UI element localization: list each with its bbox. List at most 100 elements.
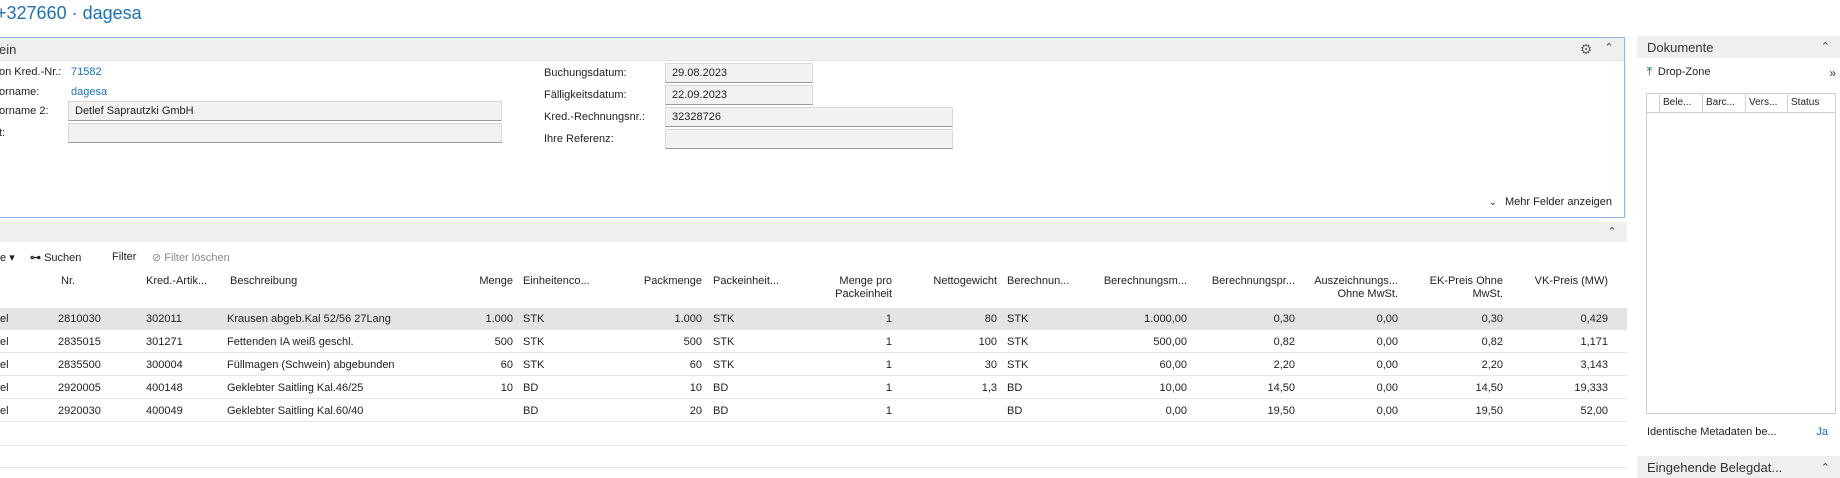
cell-calc-unit[interactable]: BD — [1007, 405, 1057, 417]
cell-type[interactable]: el — [0, 359, 20, 371]
general-fasttab-header[interactable]: ein ⚙ ⌃ — [0, 38, 1624, 61]
cell-calc-price[interactable]: 14,50 — [1192, 382, 1295, 394]
doc-col-3[interactable]: Vers... — [1749, 97, 1777, 108]
table-row[interactable]: el 2810030 302011 Krausen abgeb.Kal 52/56 2… — [0, 308, 1627, 330]
vendor-no-link[interactable]: 71582 — [71, 66, 102, 78]
col-calc-price[interactable]: Berechnungspr... — [1192, 275, 1295, 288]
cell-no[interactable]: 2810030 — [58, 313, 118, 325]
cell-calc-price[interactable]: 0,30 — [1192, 313, 1295, 325]
cell-quantity[interactable]: 60 — [440, 359, 513, 371]
identical-metadata-value[interactable]: Ja — [1816, 426, 1828, 438]
cell-vendor-item[interactable]: 400148 — [146, 382, 206, 394]
cell-vendor-item[interactable]: 300004 — [146, 359, 206, 371]
cell-pack-unit[interactable]: BD — [713, 405, 763, 417]
cell-net-weight[interactable]: 1,3 — [900, 382, 997, 394]
cell-description[interactable]: Füllmagen (Schwein) abgebunden — [227, 359, 437, 371]
cell-qty-per-pack[interactable]: 1 — [800, 359, 892, 371]
cell-purchase-price[interactable]: 19,50 — [1405, 405, 1503, 417]
cell-no[interactable]: 2920030 — [58, 405, 118, 417]
documents-factbox-header[interactable]: Dokumente ⌃ — [1637, 36, 1840, 58]
cell-qty-per-pack[interactable]: 1 — [800, 382, 892, 394]
cell-quantity[interactable]: 10 — [440, 382, 513, 394]
search-button[interactable]: ⊶ Suchen — [30, 251, 81, 264]
cell-calc-price[interactable]: 0,82 — [1192, 336, 1295, 348]
col-pack-unit[interactable]: Packeinheit... — [713, 275, 779, 288]
cell-description[interactable]: Geklebter Saitling Kal.46/25 — [227, 382, 437, 394]
cell-pack-unit[interactable]: STK — [713, 359, 763, 371]
cell-sales-price[interactable]: 0,429 — [1510, 313, 1608, 325]
cell-net-weight[interactable]: 80 — [900, 313, 997, 325]
cell-purchase-price[interactable]: 0,82 — [1405, 336, 1503, 348]
lines-menu-button[interactable]: e ▾ — [0, 251, 15, 264]
cell-description[interactable]: Fettenden IA weiß geschl. — [227, 336, 437, 348]
cell-qty-per-pack[interactable]: 1 — [800, 336, 892, 348]
cell-type[interactable]: el — [0, 313, 20, 325]
cell-calc-qty[interactable]: 1.000,00 — [1080, 313, 1187, 325]
cell-calc-price[interactable]: 2,20 — [1192, 359, 1295, 371]
col-net-weight[interactable]: Nettogewicht — [900, 275, 997, 288]
cell-pack-qty[interactable]: 20 — [620, 405, 702, 417]
cell-calc-unit[interactable]: STK — [1007, 313, 1057, 325]
chevron-up-icon[interactable]: ⌃ — [1602, 41, 1616, 55]
cell-sales-price[interactable]: 3,143 — [1510, 359, 1608, 371]
cell-purchase-price[interactable]: 2,20 — [1405, 359, 1503, 371]
table-row[interactable]: el 2835015 301271 Fettenden IA weiß geschl.… — [0, 331, 1627, 353]
table-row[interactable]: el 2920005 400148 Geklebter Saitling Kal.46… — [0, 377, 1627, 399]
cell-sales-price[interactable]: 1,171 — [1510, 336, 1608, 348]
chevron-up-icon[interactable]: ⌃ — [1821, 461, 1830, 474]
vendor-invoice-no-field[interactable]: 32328726 — [665, 107, 953, 127]
posting-date-field[interactable]: 29.08.2023 — [665, 63, 813, 83]
cell-description[interactable]: Geklebter Saitling Kal.60/40 — [227, 405, 437, 417]
table-row[interactable]: el 2835500 300004 Füllmagen (Schwein) abgeb… — [0, 354, 1627, 376]
empty-row[interactable] — [0, 424, 1627, 446]
filter-button[interactable]: Filter — [112, 251, 136, 263]
doc-col-4[interactable]: Status — [1791, 97, 1819, 108]
cell-calc-qty[interactable]: 0,00 — [1080, 405, 1187, 417]
cell-marking[interactable]: 0,00 — [1300, 359, 1398, 371]
col-vendor-item[interactable]: Kred.-Artik... — [146, 275, 207, 288]
cell-vendor-item[interactable]: 301271 — [146, 336, 206, 348]
cell-calc-unit[interactable]: BD — [1007, 382, 1057, 394]
cell-purchase-price[interactable]: 14,50 — [1405, 382, 1503, 394]
cell-pack-qty[interactable]: 60 — [620, 359, 702, 371]
cell-calc-unit[interactable]: STK — [1007, 359, 1057, 371]
cell-marking[interactable]: 0,00 — [1300, 382, 1398, 394]
col-marking[interactable]: Auszeichnungs... Ohne MwSt. — [1300, 275, 1398, 301]
cell-quantity[interactable]: 1.000 — [440, 313, 513, 325]
incoming-documents-factbox-header[interactable]: Eingehende Belegdat... ⌃ — [1637, 456, 1840, 478]
cell-unit[interactable]: STK — [523, 336, 573, 348]
cell-vendor-item[interactable]: 400049 — [146, 405, 206, 417]
cell-sales-price[interactable]: 52,00 — [1510, 405, 1608, 417]
col-purchase-price[interactable]: EK-Preis Ohne MwSt. — [1405, 275, 1503, 301]
chevron-up-icon[interactable]: ⌃ — [1605, 225, 1619, 239]
col-pack-qty[interactable]: Packmenge — [620, 275, 702, 288]
cell-no[interactable]: 2920005 — [58, 382, 118, 394]
lines-part-header[interactable]: ⌃ — [0, 222, 1627, 242]
col-qty-per-pack[interactable]: Menge pro Packeinheit — [800, 275, 892, 301]
cell-net-weight[interactable]: 100 — [900, 336, 997, 348]
chevron-up-icon[interactable]: ⌃ — [1821, 40, 1830, 53]
cell-unit[interactable]: STK — [523, 313, 573, 325]
cell-calc-price[interactable]: 19,50 — [1192, 405, 1295, 417]
cell-pack-qty[interactable]: 10 — [620, 382, 702, 394]
cell-no[interactable]: 2835500 — [58, 359, 118, 371]
drop-zone-button[interactable]: ⤒ Drop-Zone — [1647, 66, 1710, 79]
double-chevron-right-icon[interactable]: » — [1829, 66, 1836, 80]
col-no[interactable]: Nr. — [61, 275, 75, 288]
cell-pack-qty[interactable]: 1.000 — [620, 313, 702, 325]
col-unit-code[interactable]: Einheitenco... — [523, 275, 590, 288]
vendor-name-link[interactable]: dagesa — [71, 86, 107, 98]
due-date-field[interactable]: 22.09.2023 — [665, 85, 813, 105]
cell-calc-unit[interactable]: STK — [1007, 336, 1057, 348]
cell-sales-price[interactable]: 19,333 — [1510, 382, 1608, 394]
cell-pack-unit[interactable]: STK — [713, 336, 763, 348]
cell-calc-qty[interactable]: 10,00 — [1080, 382, 1187, 394]
cell-marking[interactable]: 0,00 — [1300, 405, 1398, 417]
gear-icon[interactable]: ⚙ — [1578, 41, 1594, 57]
col-calc-unit[interactable]: Berechnun... — [1007, 275, 1069, 288]
cell-description[interactable]: Krausen abgeb.Kal 52/56 27Lang — [227, 313, 437, 325]
cell-pack-unit[interactable]: STK — [713, 313, 763, 325]
cell-purchase-price[interactable]: 0,30 — [1405, 313, 1503, 325]
col-description[interactable]: Beschreibung — [230, 275, 297, 288]
cell-marking[interactable]: 0,00 — [1300, 336, 1398, 348]
